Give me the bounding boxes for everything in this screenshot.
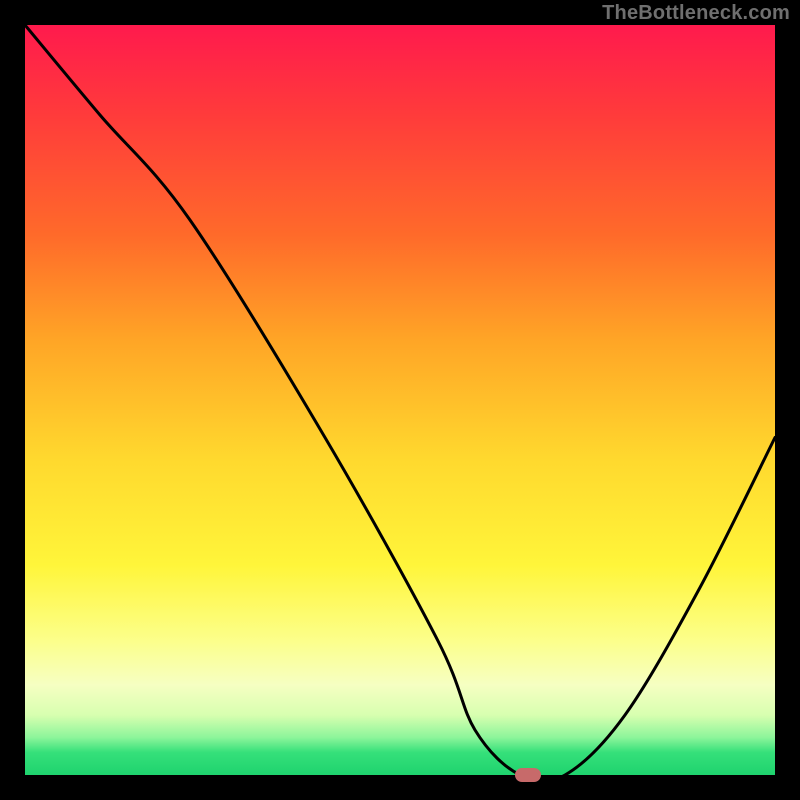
- chart-frame: TheBottleneck.com: [0, 0, 800, 800]
- bottleneck-curve: [25, 25, 775, 775]
- optimal-marker: [515, 768, 541, 782]
- plot-area: [25, 25, 775, 775]
- watermark-text: TheBottleneck.com: [602, 2, 790, 25]
